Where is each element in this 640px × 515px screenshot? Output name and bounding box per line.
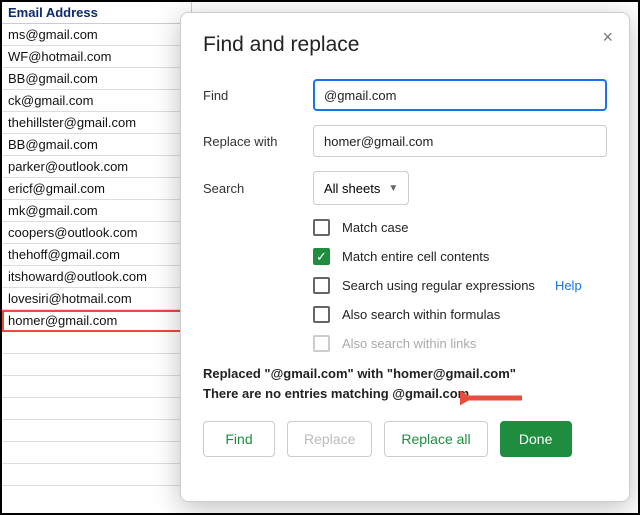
status-message: Replaced "@gmail.com" with "homer@gmail.… (203, 364, 607, 403)
sheet-cell[interactable]: thehillster@gmail.com (2, 112, 192, 134)
sheet-cell[interactable]: lovesiri@hotmail.com (2, 288, 192, 310)
status-line-2: There are no entries matching @gmail.com (203, 384, 607, 404)
sheet-cell[interactable] (2, 464, 192, 486)
find-button[interactable]: Find (203, 421, 275, 457)
regex-row[interactable]: Search using regular expressions Help (313, 277, 607, 294)
sheet-cell[interactable]: parker@outlook.com (2, 156, 192, 178)
sheet-cell[interactable]: WF@hotmail.com (2, 46, 192, 68)
sheet-cell[interactable]: homer@gmail.com (2, 310, 192, 332)
links-label: Also search within links (342, 336, 476, 351)
close-icon[interactable]: × (602, 27, 613, 48)
help-link[interactable]: Help (555, 278, 582, 293)
match-entire-row[interactable]: ✓ Match entire cell contents (313, 248, 607, 265)
replace-all-button[interactable]: Replace all (384, 421, 487, 457)
sheet-cell[interactable]: mk@gmail.com (2, 200, 192, 222)
links-checkbox (313, 335, 330, 352)
sheet-cell[interactable] (2, 398, 192, 420)
sheet-cell[interactable]: thehoff@gmail.com (2, 244, 192, 266)
match-entire-label: Match entire cell contents (342, 249, 489, 264)
search-scope-dropdown[interactable]: All sheets ▼ (313, 171, 409, 205)
find-input[interactable] (313, 79, 607, 111)
search-scope-value: All sheets (324, 181, 380, 196)
done-button[interactable]: Done (500, 421, 572, 457)
dialog-title: Find and replace (203, 33, 607, 57)
find-replace-dialog: × Find and replace Find Replace with Sea… (180, 12, 630, 502)
column-header[interactable]: Email Address (2, 2, 192, 24)
sheet-cell[interactable] (2, 376, 192, 398)
sheet-cell[interactable]: BB@gmail.com (2, 134, 192, 156)
spreadsheet-column: Email Address ms@gmail.comWF@hotmail.com… (2, 2, 192, 486)
sheet-cell[interactable]: itshoward@outlook.com (2, 266, 192, 288)
regex-checkbox[interactable] (313, 277, 330, 294)
formulas-checkbox[interactable] (313, 306, 330, 323)
match-case-label: Match case (342, 220, 408, 235)
match-case-row[interactable]: Match case (313, 219, 607, 236)
match-entire-checkbox[interactable]: ✓ (313, 248, 330, 265)
find-label: Find (203, 88, 313, 103)
sheet-cell[interactable]: coopers@outlook.com (2, 222, 192, 244)
links-row: Also search within links (313, 335, 607, 352)
dialog-button-row: Find Replace Replace all Done (203, 421, 607, 457)
replace-input[interactable] (313, 125, 607, 157)
formulas-row[interactable]: Also search within formulas (313, 306, 607, 323)
sheet-cell[interactable] (2, 420, 192, 442)
sheet-cell[interactable]: ericf@gmail.com (2, 178, 192, 200)
sheet-cell[interactable]: BB@gmail.com (2, 68, 192, 90)
formulas-label: Also search within formulas (342, 307, 500, 322)
search-label: Search (203, 181, 313, 196)
sheet-cell[interactable] (2, 442, 192, 464)
sheet-cell[interactable] (2, 332, 192, 354)
match-case-checkbox[interactable] (313, 219, 330, 236)
sheet-cell[interactable]: ms@gmail.com (2, 24, 192, 46)
replace-with-label: Replace with (203, 134, 313, 149)
replace-button: Replace (287, 421, 372, 457)
sheet-cell[interactable]: ck@gmail.com (2, 90, 192, 112)
sheet-cell[interactable] (2, 354, 192, 376)
status-line-1: Replaced "@gmail.com" with "homer@gmail.… (203, 364, 607, 384)
chevron-down-icon: ▼ (388, 183, 398, 194)
regex-label: Search using regular expressions (342, 278, 535, 293)
